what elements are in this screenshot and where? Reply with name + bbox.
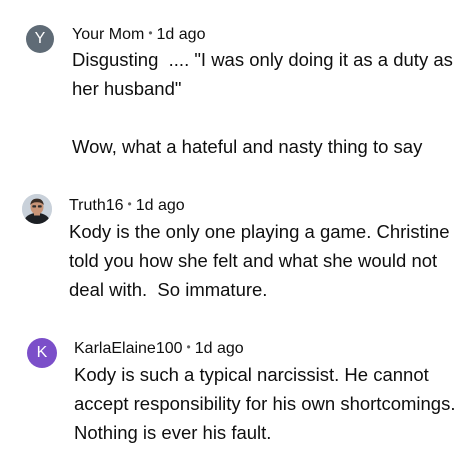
timestamp[interactable]: 1d ago (136, 197, 185, 214)
separator-dot: • (148, 26, 153, 40)
separator-dot: • (127, 197, 132, 211)
avatar[interactable]: Y (26, 25, 54, 53)
comment-body: Disgusting .... "I was only doing it as … (72, 49, 453, 157)
comment-text: Kody is such a typical narcissist. He ca… (74, 360, 469, 447)
avatar[interactable]: K (27, 338, 57, 368)
profile-photo-icon (22, 194, 52, 224)
avatar[interactable] (22, 194, 52, 224)
author-name[interactable]: Your Mom (72, 26, 144, 43)
comment-text: Disgusting .... "I was only doing it as … (72, 45, 467, 161)
comment: K KarlaElaine100 • 1d ago Kody is such a t… (0, 320, 474, 470)
comment-text: Kody is the only one playing a game. Chr… (69, 217, 469, 304)
comment-body: Kody is such a typical narcissist. He ca… (74, 364, 461, 443)
timestamp[interactable]: 1d ago (195, 340, 244, 357)
comment: Truth16 • 1d ago Kody is the only one play… (0, 180, 474, 310)
separator-dot: • (186, 340, 191, 354)
comment: Y Your Mom • 1d ago Disgusting .... "I was… (0, 0, 474, 170)
comment-body: Kody is the only one playing a game. Chr… (69, 221, 455, 300)
timestamp[interactable]: 1d ago (157, 26, 206, 43)
comment-header: Your Mom • 1d ago (72, 23, 205, 45)
comment-header: Truth16 • 1d ago (69, 194, 185, 216)
author-name[interactable]: Truth16 (69, 197, 124, 214)
author-name[interactable]: KarlaElaine100 (74, 340, 183, 357)
comment-header: KarlaElaine100 • 1d ago (74, 337, 244, 359)
